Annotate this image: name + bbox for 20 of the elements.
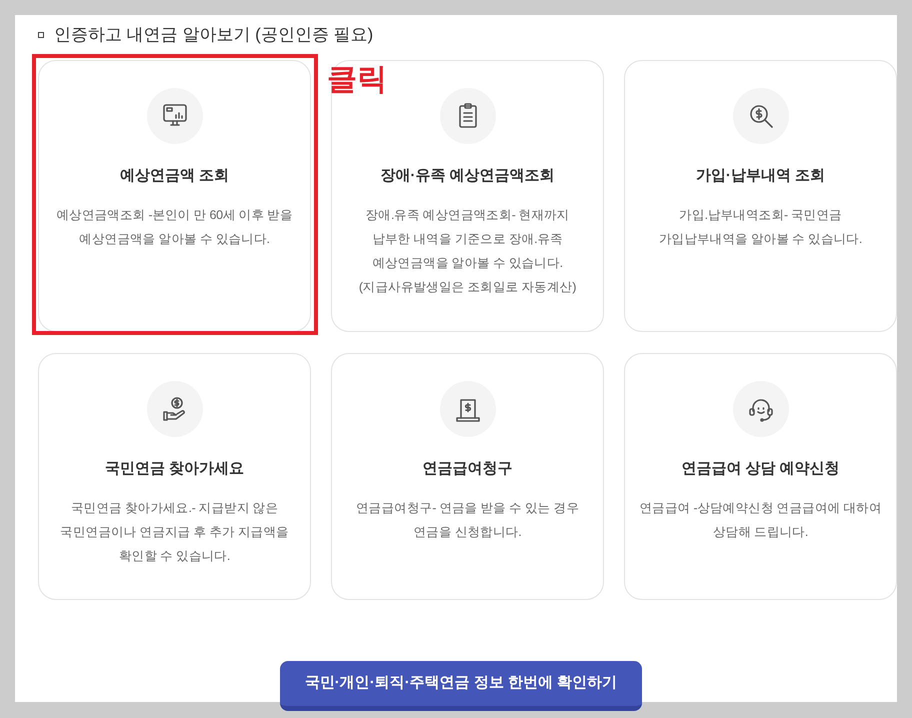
section-title: 인증하고 내연금 알아보기 (공인인증 필요) xyxy=(54,24,374,46)
card-title: 연금급여 상담 예약신청 xyxy=(681,459,840,479)
service-card[interactable]: 가입·납부내역 조회 가입.납부내역조회- 국민연금 가입납부내역을 알아볼 수 있습니다. xyxy=(624,60,897,332)
bullet-icon xyxy=(38,32,44,38)
info-button[interactable]: 국민·개인·퇴직·주택연금 정보 한번에 확인하기 xyxy=(280,661,642,711)
card-description: 국민연금 찾아가세요.- 지급받지 않은 국민연금이나 연금지급 후 추가 지급액을 확인할 수 있습니다. xyxy=(60,500,289,565)
card-title: 장애·유족 예상연금액조회 xyxy=(380,166,555,186)
card-description: 가입.납부내역조회- 국민연금 가입납부내역을 알아볼 수 있습니다. xyxy=(658,207,862,248)
card-title: 가입·납부내역 조회 xyxy=(696,166,826,186)
card-description: 연금급여청구- 연금을 받을 수 있는 경우 연금을 신청합니다. xyxy=(356,500,579,541)
card-description: 장애.유족 예상연금액조회- 현재까지 납부한 내역을 기준으로 장애.유족 예상연금액을 알아볼 수 있습니다. (지급사유발생일은 조회일로 자동계산) xyxy=(358,207,576,296)
service-card[interactable]: 국민연금 찾아가세요 국민연금 찾아가세요.- 지급받지 않은 국민연금이나 연금지급 후 추가 지급액을 확인할 수 있습니다. xyxy=(38,353,311,600)
card-description: 연금급여 -상담예약신청 연금급여에 대하여 상담해 드립니다. xyxy=(640,500,882,541)
service-card[interactable]: 예상연금액 조회 예상연금액조회 -본인이 만 60세 이후 받을 예상연금액을 알아볼 수 있습니다. xyxy=(38,60,311,332)
service-card[interactable]: 연금급여청구 연금급여청구- 연금을 받을 수 있는 경우 연금을 신청합니다. xyxy=(331,353,604,600)
card-title: 연금급여청구 xyxy=(422,459,512,479)
service-card[interactable]: 연금급여 상담 예약신청 연금급여 -상담예약신청 연금급여에 대하여 상담해 드립니다. xyxy=(624,353,897,600)
card-description: 예상연금액조회 -본인이 만 60세 이후 받을 예상연금액을 알아볼 수 있습니다. xyxy=(56,207,293,248)
card-title: 예상연금액 조회 xyxy=(120,166,230,186)
card-title: 국민연금 찾아가세요 xyxy=(104,459,244,479)
